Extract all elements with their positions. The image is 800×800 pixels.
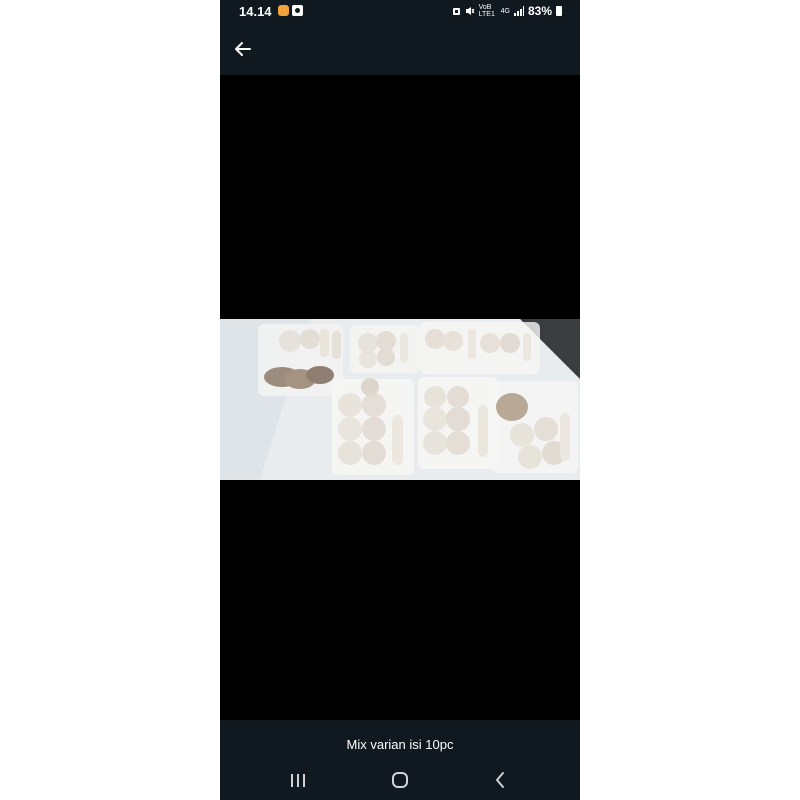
phone-screen: 14.14 VoB LTE1 4G 83% Mix varian isi 10p… xyxy=(220,0,580,800)
battery-icon xyxy=(556,6,562,16)
signal-icon xyxy=(513,6,524,16)
status-right: VoB LTE1 4G 83% xyxy=(452,4,562,18)
network-label-4g: 4G xyxy=(500,7,510,15)
network-label-volte: VoB LTE1 xyxy=(478,4,495,18)
app-bar xyxy=(220,24,580,75)
navigation-bar xyxy=(220,760,580,800)
back-icon[interactable] xyxy=(482,766,518,794)
home-icon[interactable] xyxy=(382,766,418,794)
notification-icons xyxy=(278,5,303,16)
product-photo[interactable] xyxy=(220,319,580,480)
mute-icon xyxy=(465,7,475,15)
image-caption: Mix varian isi 10pc xyxy=(346,737,454,752)
arrow-left-icon[interactable] xyxy=(230,36,256,62)
status-bar: 14.14 VoB LTE1 4G 83% xyxy=(220,0,580,24)
notification-app-icon xyxy=(278,5,289,16)
recent-apps-icon[interactable] xyxy=(280,766,316,794)
image-viewer xyxy=(220,75,580,720)
alarm-icon xyxy=(452,8,460,15)
battery-percent: 83% xyxy=(527,4,552,18)
status-time: 14.14 xyxy=(239,4,272,19)
notification-record-icon xyxy=(292,5,303,16)
